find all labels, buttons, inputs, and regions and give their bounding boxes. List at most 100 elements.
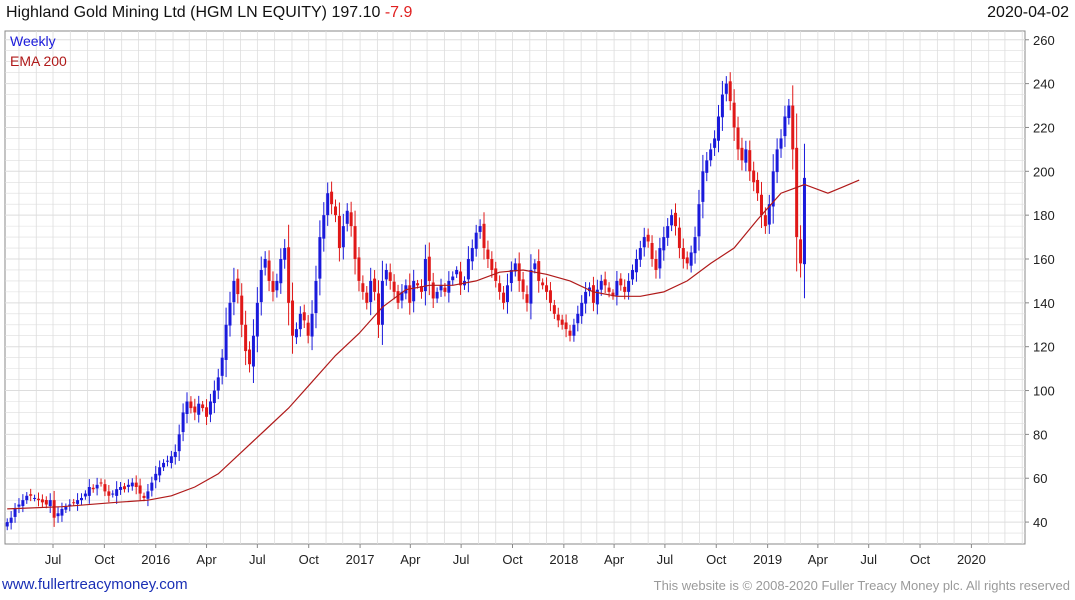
candle-body <box>548 290 552 303</box>
candle-body <box>44 500 48 505</box>
candle-body <box>783 116 787 137</box>
x-tick-label: Oct <box>706 552 727 567</box>
candle-body <box>330 191 334 205</box>
legend-entry: EMA 200 <box>10 53 67 69</box>
candle-body <box>689 252 693 266</box>
candle-body <box>505 285 509 303</box>
x-tick-label: Apr <box>196 552 217 567</box>
candle-body <box>361 283 365 292</box>
candle-body <box>427 256 431 281</box>
candle-body <box>494 268 498 281</box>
candle-body <box>537 261 541 281</box>
candle-body <box>91 487 95 490</box>
candle-body <box>435 291 439 299</box>
candle-body <box>79 497 83 501</box>
candle-body <box>60 508 64 516</box>
candle-body <box>615 280 619 296</box>
candle-body <box>267 260 271 281</box>
x-tick-label: Apr <box>604 552 625 567</box>
candle-body <box>169 456 173 463</box>
candle-body <box>388 272 392 281</box>
x-tick-label: 2017 <box>346 552 375 567</box>
candle-body <box>248 349 252 365</box>
candle-body <box>173 451 177 458</box>
candle-body <box>568 330 572 336</box>
candle-body <box>21 500 25 507</box>
candle-body <box>294 329 298 338</box>
candle-body <box>591 285 595 303</box>
candle-body <box>545 285 549 292</box>
y-tick-label: 200 <box>1033 164 1055 179</box>
candle-body <box>95 484 99 489</box>
candle-body <box>650 242 654 259</box>
candle-body <box>490 259 494 270</box>
candle-body <box>103 484 107 492</box>
candle-body <box>205 407 209 417</box>
candle-body <box>357 257 361 281</box>
x-tick-label: 2016 <box>141 552 170 567</box>
candle-body <box>291 300 295 336</box>
candle-body <box>197 403 201 415</box>
candle-body <box>736 127 740 150</box>
candle-body <box>115 489 119 496</box>
candle-body <box>36 498 40 501</box>
candle-body <box>603 279 607 286</box>
candle-body <box>251 335 255 367</box>
candle-body <box>158 467 162 476</box>
candle-body <box>337 215 341 249</box>
candle-body <box>509 269 513 284</box>
candle-body <box>111 493 115 495</box>
x-tick-label: 2019 <box>753 552 782 567</box>
candle-body <box>193 406 197 413</box>
candle-body <box>334 206 338 216</box>
candle-body <box>455 269 459 275</box>
candle-body <box>17 504 21 507</box>
candle-body <box>138 485 142 494</box>
price-chart: 40 60 80 100 120 140 160 180 200 220 240 260 Jul Oct 2… <box>4 30 1055 567</box>
candle-body <box>326 193 330 216</box>
candle-body <box>541 282 545 286</box>
website-link[interactable]: www.fullertreacymoney.com <box>2 576 188 593</box>
candle-body <box>412 280 416 302</box>
candle-body <box>654 259 658 270</box>
candle-body <box>580 302 584 317</box>
candle-body <box>240 295 244 325</box>
candle-body <box>87 487 91 496</box>
candle-body <box>72 502 76 504</box>
candle-body <box>716 116 720 141</box>
candle-body <box>162 462 166 468</box>
candle-body <box>474 232 478 249</box>
candle-body <box>5 522 9 527</box>
candle-body <box>662 237 666 251</box>
candle-body <box>470 248 474 262</box>
candle-body <box>392 281 396 292</box>
candle-body <box>759 194 763 216</box>
candle-body <box>732 102 736 128</box>
candle-body <box>756 179 760 194</box>
candle-body <box>709 149 713 161</box>
candle-body <box>701 171 705 202</box>
candle-body <box>52 500 56 518</box>
candle-body <box>748 150 752 172</box>
candle-body <box>584 291 588 304</box>
candle-body <box>376 293 380 325</box>
candle-body <box>154 473 158 481</box>
candle-body <box>189 401 193 409</box>
candle-body <box>146 491 150 499</box>
candle-body <box>224 324 228 360</box>
candle-body <box>697 204 701 237</box>
y-tick-label: 120 <box>1033 340 1055 355</box>
candle-body <box>599 280 603 290</box>
candle-body <box>236 278 240 295</box>
candle-body <box>25 495 29 501</box>
candle-body <box>443 287 447 292</box>
candle-body <box>369 280 373 303</box>
candle-body <box>177 434 181 452</box>
candle-body <box>502 292 506 303</box>
candle-body <box>119 487 123 490</box>
y-tick-label: 160 <box>1033 252 1055 267</box>
y-tick-label: 80 <box>1033 427 1047 442</box>
copyright-notice: This website is © 2008-2020 Fuller Treac… <box>653 578 1070 593</box>
candle-body <box>638 248 642 260</box>
y-tick-label: 260 <box>1033 33 1055 48</box>
